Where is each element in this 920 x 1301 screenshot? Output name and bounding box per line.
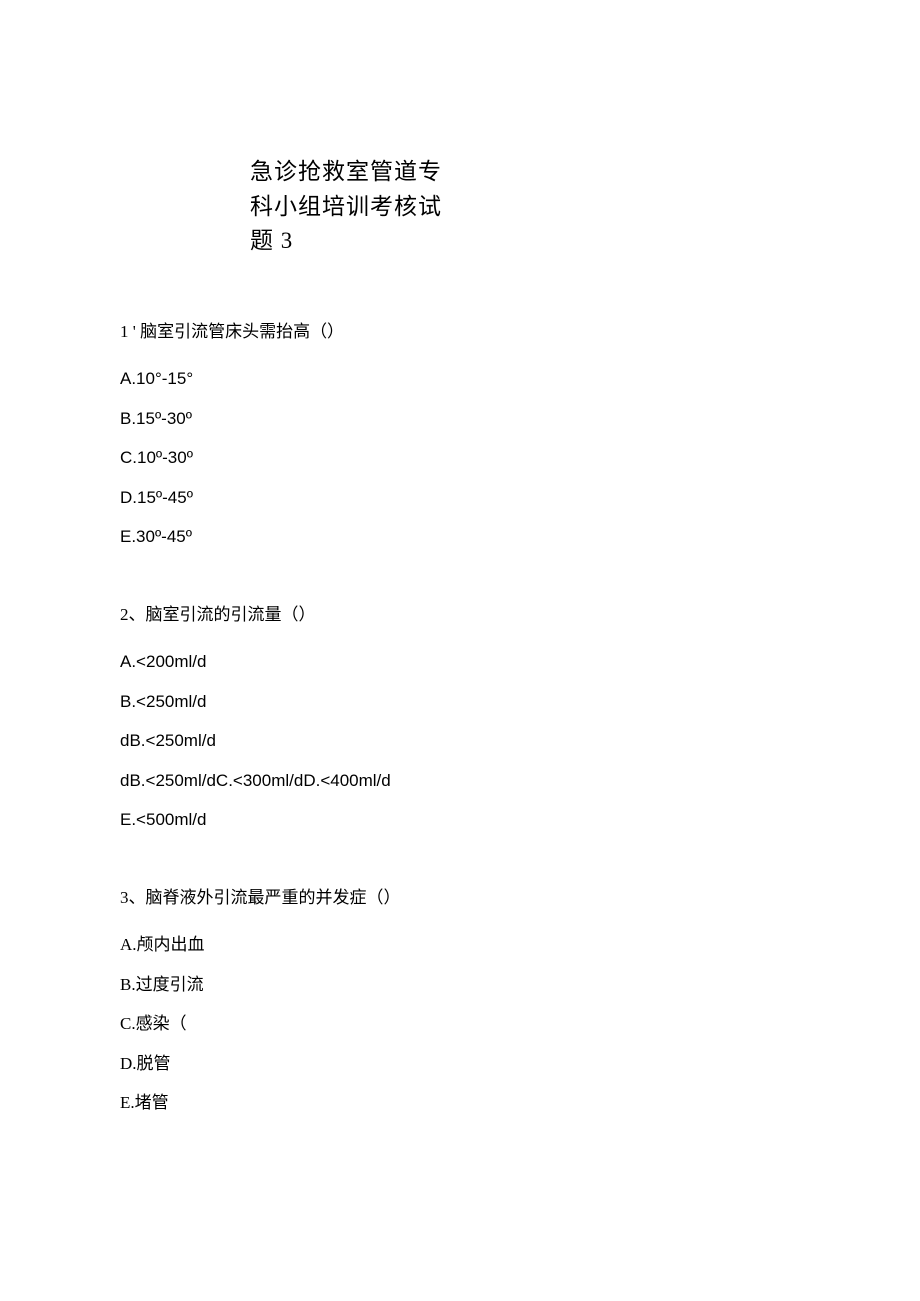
- question-option: dB.<250ml/d: [120, 728, 800, 754]
- question-option: D.脱管: [120, 1051, 800, 1077]
- question-option: D.15º-45º: [120, 485, 800, 511]
- question-stem: 1 ' 脑室引流管床头需抬高（）: [120, 319, 800, 345]
- question-stem: 2、脑室引流的引流量（）: [120, 602, 800, 628]
- question-option: B.<250ml/d: [120, 689, 800, 715]
- title-line-3: 题 3: [250, 224, 520, 259]
- question-3: 3、脑脊液外引流最严重的并发症（） A.颅内出血 B.过度引流 C.感染（ D.…: [120, 885, 800, 1116]
- question-1: 1 ' 脑室引流管床头需抬高（） A.10°-15° B.15º-30º C.1…: [120, 319, 800, 550]
- question-2: 2、脑室引流的引流量（） A.<200ml/d B.<250ml/d dB.<2…: [120, 602, 800, 833]
- question-option: A.<200ml/d: [120, 649, 800, 675]
- question-option: B.15º-30º: [120, 406, 800, 432]
- question-option: C.10º-30º: [120, 445, 800, 471]
- title-line-1: 急诊抢救室管道专: [250, 155, 520, 190]
- question-option: dB.<250ml/dC.<300ml/dD.<400ml/d: [120, 768, 800, 794]
- question-option: A.10°-15°: [120, 366, 800, 392]
- question-stem: 3、脑脊液外引流最严重的并发症（）: [120, 885, 800, 911]
- question-option: B.过度引流: [120, 972, 800, 998]
- document-title: 急诊抢救室管道专 科小组培训考核试 题 3: [250, 155, 520, 259]
- question-option: E.<500ml/d: [120, 807, 800, 833]
- title-line-2: 科小组培训考核试: [250, 190, 520, 225]
- question-option: A.颅内出血: [120, 932, 800, 958]
- question-option: E.堵管: [120, 1090, 800, 1116]
- question-option: C.感染（: [120, 1011, 800, 1037]
- question-option: E.30º-45º: [120, 524, 800, 550]
